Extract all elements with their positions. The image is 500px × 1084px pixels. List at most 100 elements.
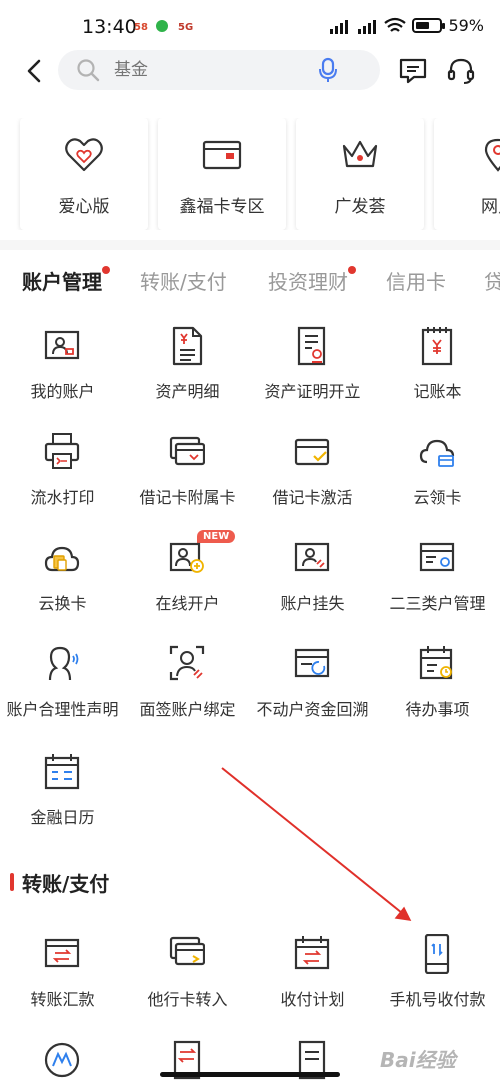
tab-label: 信用卡 [386,270,446,294]
grid-item-asset-certificate[interactable]: 资产证明开立 [250,326,375,426]
grid-item-label: 我的账户 [30,382,95,401]
grid-item-debit-sub-card[interactable]: 借记卡附属卡 [125,432,250,532]
grid-item-label: 面签账户绑定 [139,700,236,719]
payment-plan-icon [294,936,330,970]
search-bar[interactable] [58,50,380,90]
grid-item-cloud-card[interactable]: 云领卡 [375,432,500,532]
tab-transfer-payment[interactable]: 转账/支付 [140,266,227,295]
quick-link-label: 广发荟 [334,197,386,217]
battery-icon [412,18,446,33]
grid-item-label: 收付计划 [280,990,345,1009]
tab-label: 转账/支付 [140,270,227,294]
account-loss-icon [294,542,330,572]
grid-item-phone-payment[interactable]: 手机号收付款 [375,934,500,1034]
quick-link-label: 网点 [481,197,500,217]
quick-link-guangfahui[interactable]: 广发荟 [296,118,424,230]
quick-link-label: 鑫福卡专区 [179,197,265,217]
grid-item-label: 待办事项 [405,700,470,719]
grid-item-label: 资产明细 [155,382,220,401]
back-arrow-icon[interactable] [20,56,50,86]
grid-item-label: 转账汇款 [30,990,95,1009]
grid-item-transfer[interactable]: 转账汇款 [0,934,125,1034]
tab-account-management[interactable]: 账户管理 [22,266,110,295]
grid-item-partial[interactable] [0,1040,125,1084]
debit-sub-card-icon [169,436,205,466]
todo-icon [419,646,453,680]
finance-calendar-icon [44,754,80,790]
status-indicator-58: 58 [134,22,148,33]
message-icon[interactable] [398,56,428,86]
account-statement-icon [48,646,79,681]
wifi-icon [384,17,407,32]
grid-item-face-sign-binding[interactable]: 面签账户绑定 [125,644,250,744]
grid-item-label: 资产证明开立 [264,382,361,401]
tab-credit-card[interactable]: 信用卡 [386,266,446,295]
open-account-icon [169,542,204,573]
grid-item-label: 借记卡激活 [272,488,353,507]
grid-item-statement-print[interactable]: 流水打印 [0,432,125,532]
grid-item-dormant-account-retrace[interactable]: 不动户资金回溯 [250,644,375,744]
grid-item-payment-plan[interactable]: 收付计划 [250,934,375,1034]
face-sign-icon [169,645,205,681]
grid-item-label: 手机号收付款 [389,990,486,1009]
unread-dot [102,266,110,274]
tab-label: 投资理财 [268,270,348,294]
grid-item-account-statement[interactable]: 账户合理性声明 [0,644,125,744]
microphone-icon[interactable] [314,56,342,84]
home-indicator[interactable] [160,1072,340,1077]
grid-item-my-account[interactable]: 我的账户 [0,326,125,426]
location-icon [484,138,500,172]
grid-item-cloud-swap-card[interactable]: 云换卡 [0,538,125,638]
grid-item-label: 二三类户管理 [389,594,486,613]
notification-icon [156,20,168,32]
watermark: Bai经验 [380,1048,456,1072]
grid-item-account-class-management[interactable]: 二三类户管理 [375,538,500,638]
grid-item-online-account-opening[interactable]: NEW 在线开户 [125,530,250,638]
grid-item-asset-detail[interactable]: 资产明细 [125,326,250,426]
transfer-icon [44,938,80,968]
asset-certificate-icon [297,326,326,366]
grid-item-todo[interactable]: 待办事项 [375,644,500,744]
grid-item-account-loss-report[interactable]: 账户挂失 [250,538,375,638]
grid-item-partial[interactable] [125,1040,250,1084]
grid-item-partial[interactable] [250,1040,375,1084]
tab-investment[interactable]: 投资理财 [268,266,356,295]
top-bar [0,46,500,98]
search-icon [77,59,100,82]
section-divider [0,240,500,250]
customer-service-icon[interactable] [446,56,476,86]
battery-percent: 59% [448,16,484,35]
card-activate-icon [294,438,330,466]
tab-loan[interactable]: 贷 [484,266,500,295]
quick-link-branch[interactable]: 网点 [434,118,500,230]
category-tabs: 账户管理 转账/支付 投资理财 信用卡 贷 [0,256,500,306]
quick-link-xinfu-card[interactable]: 鑫福卡专区 [158,118,286,230]
search-input[interactable] [114,60,314,80]
bank-card-icon [202,140,242,170]
quick-links: 爱心版 鑫福卡专区 广发荟 网点 [0,118,500,230]
grid-item-label: 借记卡附属卡 [139,488,236,507]
grid-item-other-bank-card-in[interactable]: 他行卡转入 [125,934,250,1034]
status-right: 59% [328,16,484,35]
ledger-icon [421,327,453,366]
other-bank-card-icon [169,936,205,966]
grid-item-label: 他行卡转入 [147,990,228,1009]
tab-label: 贷 [484,270,500,294]
grid-item-label: 账户合理性声明 [6,700,119,719]
unread-dot [348,266,356,274]
quick-link-love-edition[interactable]: 爱心版 [20,118,148,230]
account-class-icon [419,542,455,572]
grid-item-ledger[interactable]: 记账本 [375,326,500,426]
grid-item-label: 云领卡 [413,488,462,507]
heart-icon [65,138,103,172]
grid-item-label: 在线开户 [155,594,220,613]
grid-item-label: 记账本 [413,382,462,401]
section-title-transfer-payment: 转账/支付 [10,868,109,897]
service-icon [44,1042,80,1078]
signal-icon [356,18,378,34]
grid-item-card-activate[interactable]: 借记卡激活 [250,432,375,532]
printer-icon [44,433,80,469]
grid-item-finance-calendar[interactable]: 金融日历 [0,752,125,852]
grid-item-label: 金融日历 [30,808,95,827]
tab-label: 账户管理 [22,270,102,294]
